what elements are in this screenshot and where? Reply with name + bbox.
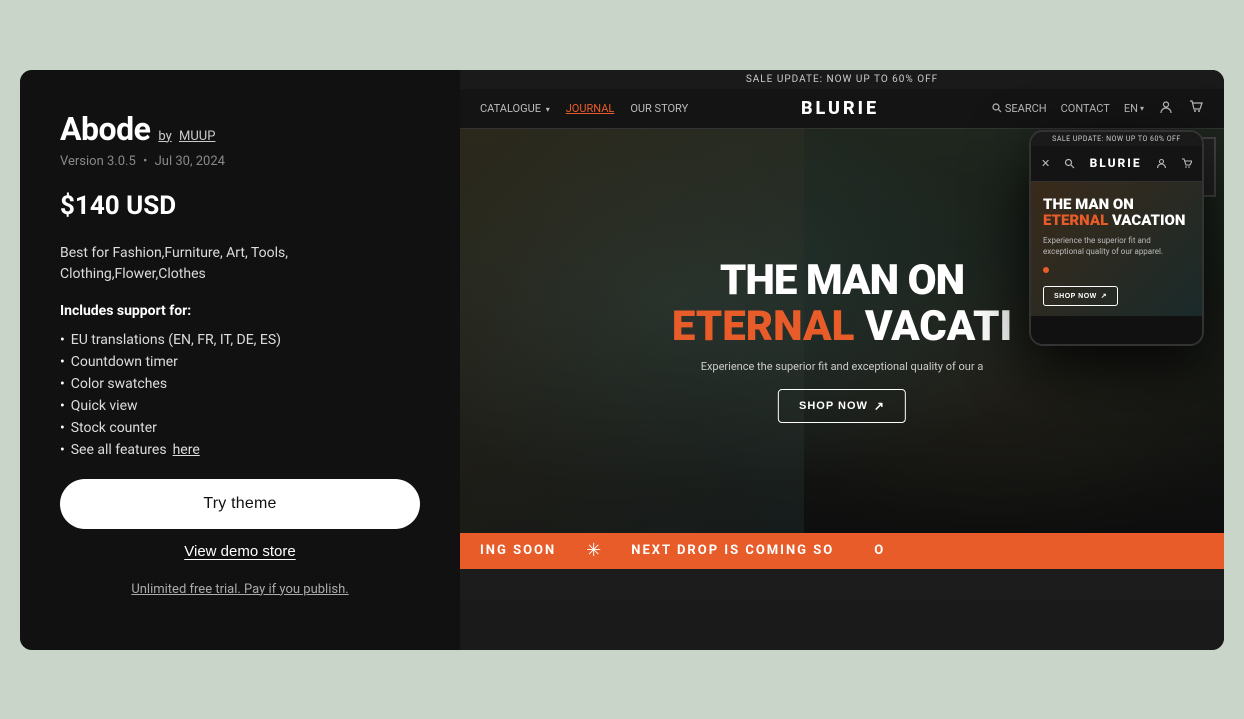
try-theme-button[interactable]: Try theme bbox=[60, 479, 420, 529]
version-date: Version 3.0.5 • Jul 30, 2024 bbox=[60, 154, 420, 169]
hero-subtitle: Experience the superior fit and exceptio… bbox=[672, 360, 1012, 373]
trial-underline: Unlimited free trial bbox=[131, 582, 237, 597]
mobile-dot-indicator bbox=[1043, 267, 1049, 273]
mobile-mock: SALE UPDATE: NOW UP TO 60% OFF ✕ BLURIE bbox=[1029, 130, 1204, 347]
search-icon bbox=[992, 103, 1002, 113]
mobile-hero-title: THE MAN ON ETERNAL VACATION bbox=[1043, 196, 1190, 229]
trial-rest: . Pay if you publish. bbox=[237, 582, 348, 597]
store-nav: CATALOGUE ▾ JOURNAL OUR STORY BLURIE SEA… bbox=[460, 89, 1224, 129]
shop-now-button[interactable]: SHOP NOW ↗ bbox=[778, 389, 906, 423]
store-preview: SALE UPDATE: NOW UP TO 60% OFF CATALOGUE… bbox=[460, 70, 1224, 650]
hero-title-line1: THE MAN ON bbox=[672, 258, 1012, 304]
mobile-shop-now-button[interactable]: SHOP NOW ↗ bbox=[1043, 286, 1118, 306]
mobile-nav: ✕ BLURIE bbox=[1031, 146, 1202, 182]
nav-contact[interactable]: CONTACT bbox=[1061, 102, 1110, 115]
arrow-icon: ↗ bbox=[874, 399, 885, 413]
includes-title: Includes support for: bbox=[60, 303, 420, 319]
mobile-hero-subtitle: Experience the superior fit and exceptio… bbox=[1043, 235, 1190, 257]
feature-3: Color swatches bbox=[60, 373, 420, 395]
mobile-cart-icon[interactable] bbox=[1181, 154, 1192, 173]
feature-1: EU translations (EN, FR, IT, DE, ES) bbox=[60, 329, 420, 351]
app-window: Abode by MUUP Version 3.0.5 • Jul 30, 20… bbox=[20, 70, 1224, 650]
nav-lang[interactable]: EN ▾ bbox=[1124, 102, 1144, 115]
free-trial-text: Unlimited free trial. Pay if you publish… bbox=[60, 582, 420, 597]
view-demo-button[interactable]: View demo store bbox=[60, 543, 420, 560]
hero-text: THE MAN ON ETERNAL VACATI Experience the… bbox=[672, 258, 1012, 423]
mobile-hero-orange: ETERNAL bbox=[1043, 211, 1108, 229]
feature-2: Countdown timer bbox=[60, 351, 420, 373]
nav-search[interactable]: SEARCH bbox=[992, 102, 1047, 115]
store-brand: BLURIE bbox=[801, 98, 879, 119]
theme-name: Abode bbox=[60, 110, 150, 148]
ticker-star: ✳ bbox=[586, 540, 601, 561]
nav-journal[interactable]: JOURNAL bbox=[566, 102, 615, 115]
mobile-search-icon[interactable] bbox=[1064, 154, 1075, 173]
ticker-text-3: O bbox=[854, 543, 905, 558]
store-nav-right: SEARCH CONTACT EN ▾ bbox=[992, 99, 1204, 118]
mobile-hero: THE MAN ON ETERNAL VACATION Experience t… bbox=[1031, 182, 1202, 317]
best-for: Best for Fashion,Furniture, Art, Tools, … bbox=[60, 243, 420, 285]
nav-our-story[interactable]: OUR STORY bbox=[630, 102, 688, 115]
mobile-dot-row bbox=[1043, 267, 1190, 273]
nav-cart-icon[interactable] bbox=[1188, 99, 1204, 118]
ticker-bar: ING SOON ✳ NEXT DROP IS COMING SO O bbox=[460, 533, 1224, 569]
nav-account-icon[interactable] bbox=[1158, 99, 1174, 118]
feature-6: See all features here bbox=[60, 439, 420, 461]
mobile-bottom bbox=[1031, 316, 1202, 344]
ticker-text-2: NEXT DROP IS COMING SO bbox=[611, 543, 854, 558]
feature-5: Stock counter bbox=[60, 417, 420, 439]
nav-catalogue[interactable]: CATALOGUE ▾ bbox=[480, 102, 550, 115]
theme-author: MUUP bbox=[179, 129, 215, 144]
left-panel: Abode by MUUP Version 3.0.5 • Jul 30, 20… bbox=[20, 70, 460, 650]
mobile-sale-banner: SALE UPDATE: NOW UP TO 60% OFF bbox=[1031, 132, 1202, 146]
features-link[interactable]: here bbox=[173, 442, 200, 458]
mobile-arrow-icon: ↗ bbox=[1101, 292, 1107, 300]
features-list: EU translations (EN, FR, IT, DE, ES) Cou… bbox=[60, 329, 420, 461]
right-panel: SALE UPDATE: NOW UP TO 60% OFF CATALOGUE… bbox=[460, 70, 1224, 650]
hero-white: VACATI bbox=[854, 302, 1012, 351]
mobile-close-icon[interactable]: ✕ bbox=[1041, 157, 1050, 170]
feature-4: Quick view bbox=[60, 395, 420, 417]
sale-banner: SALE UPDATE: NOW UP TO 60% OFF bbox=[460, 70, 1224, 89]
hero-title-line2: ETERNAL VACATI bbox=[672, 304, 1012, 350]
price: $140 USD bbox=[60, 191, 420, 221]
mobile-account-icon[interactable] bbox=[1156, 154, 1167, 173]
store-nav-left: CATALOGUE ▾ JOURNAL OUR STORY bbox=[480, 102, 688, 115]
theme-title-row: Abode by MUUP bbox=[60, 110, 420, 148]
ticker-text-1: ING SOON bbox=[460, 543, 576, 558]
hero-orange: ETERNAL bbox=[672, 302, 855, 351]
mobile-brand: BLURIE bbox=[1090, 156, 1142, 170]
main-content: Abode by MUUP Version 3.0.5 • Jul 30, 20… bbox=[20, 70, 1224, 650]
theme-by: by MUUP bbox=[158, 129, 215, 144]
mobile-hero-white: VACATION bbox=[1108, 211, 1185, 229]
